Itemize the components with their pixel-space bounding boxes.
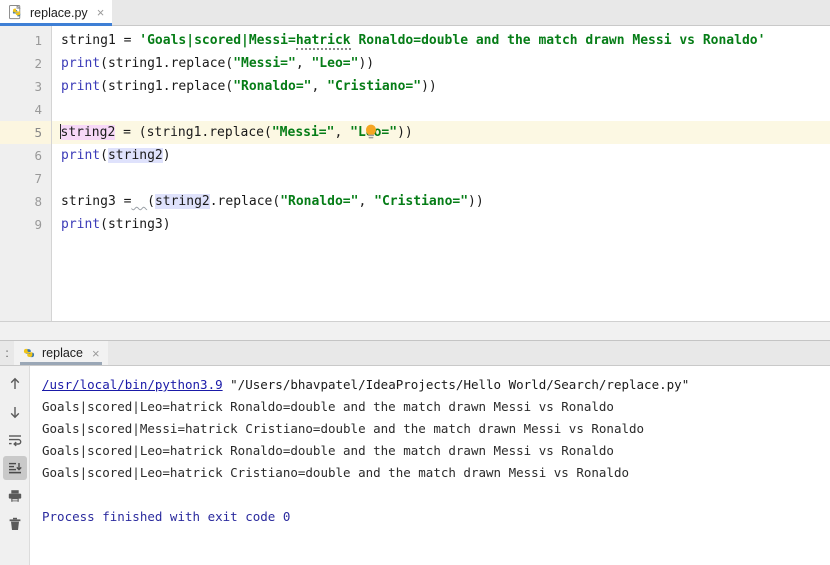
editor-gutter[interactable]: 123456789 <box>0 26 52 321</box>
code-token: "Cristiano=" <box>327 79 422 94</box>
code-token: "Cristiano=" <box>374 194 469 209</box>
soft-wrap-icon[interactable] <box>3 428 27 452</box>
code-token: "Ronaldo=" <box>233 79 312 94</box>
run-tab-replace[interactable]: replace × <box>14 341 108 365</box>
code-token: "Messi=" <box>271 125 335 140</box>
editor-tab-label: replace.py <box>30 5 88 20</box>
console-output-line: Goals|scored|Leo=hatrick Cristiano=doubl… <box>42 465 629 480</box>
console-output-line: Goals|scored|Leo=hatrick Ronaldo=double … <box>42 443 614 458</box>
code-token: print <box>61 217 101 232</box>
code-token: )) <box>397 125 413 140</box>
close-icon[interactable]: × <box>92 347 100 360</box>
code-token: ( <box>100 148 108 163</box>
trash-icon[interactable] <box>3 512 27 536</box>
gutter-line-number[interactable]: 8 <box>0 190 51 213</box>
code-line[interactable]: print(string2) <box>52 144 830 167</box>
code-token: string3 = <box>61 194 132 209</box>
code-token: "Leo=" <box>311 56 359 71</box>
code-token: , <box>334 125 351 140</box>
gutter-line-number[interactable]: 4 <box>0 98 51 121</box>
code-line[interactable]: string3 = (string2.replace("Ronaldo=", "… <box>52 190 830 213</box>
interpreter-path-link[interactable]: /usr/local/bin/python3.9 <box>42 377 223 392</box>
code-token: (string1.replace( <box>100 79 234 94</box>
code-token: "Ronaldo=" <box>280 194 359 209</box>
code-line[interactable]: string2 = (string1.replace("Messi=", "Le… <box>52 121 830 144</box>
console-command-line: /usr/local/bin/python3.9 "/Users/bhavpat… <box>42 374 830 396</box>
script-path: "/Users/bhavpatel/IdeaProjects/Hello Wor… <box>222 377 690 392</box>
code-token: Ronaldo=double and the match drawn Messi… <box>350 33 766 48</box>
code-token: print <box>61 148 101 163</box>
run-panel-prefix: : <box>5 346 9 360</box>
code-line[interactable]: string1 = 'Goals|scored|Messi=hatrick Ro… <box>52 29 830 52</box>
code-line[interactable]: print(string1.replace("Ronaldo=", "Crist… <box>52 75 830 98</box>
code-token: string2 <box>107 148 163 163</box>
code-token: print <box>61 56 101 71</box>
editor-tab-replace-py[interactable]: replace.py × <box>0 0 113 26</box>
print-icon[interactable] <box>3 484 27 508</box>
editor-code-area[interactable]: string1 = 'Goals|scored|Messi=hatrick Ro… <box>52 26 830 321</box>
code-token: )) <box>468 194 484 209</box>
console-output[interactable]: /usr/local/bin/python3.9 "/Users/bhavpat… <box>30 366 830 565</box>
scroll-to-end-icon[interactable] <box>2 456 27 480</box>
lightbulb-icon[interactable] <box>363 123 379 141</box>
code-token: , <box>295 56 312 71</box>
ide-window: replace.py × 123456789 string1 = 'Goals|… <box>0 0 830 565</box>
console-output-line: Goals|scored|Messi=hatrick Cristiano=dou… <box>42 421 645 436</box>
code-token: )) <box>358 56 375 71</box>
code-token: string1 = <box>61 33 140 48</box>
editor-tab-bar: replace.py × <box>0 0 830 26</box>
code-token: (string1.replace( <box>100 56 234 71</box>
gutter-line-number[interactable]: 3 <box>0 75 51 98</box>
run-tab-label: replace <box>42 346 83 360</box>
code-token: hatrick <box>295 33 351 50</box>
code-token: = (string1.replace( <box>115 125 272 140</box>
code-token: ) <box>162 148 171 163</box>
console-output-line: Goals|scored|Leo=hatrick Ronaldo=double … <box>42 399 614 414</box>
code-token: string2 <box>60 125 116 140</box>
code-token: (string3) <box>100 217 171 232</box>
code-line[interactable] <box>52 167 830 190</box>
python-icon <box>22 346 36 360</box>
code-line[interactable]: print(string1.replace("Messi=", "Leo=")) <box>52 52 830 75</box>
gutter-line-number[interactable]: 2 <box>0 52 51 75</box>
code-token: ( <box>147 194 155 209</box>
process-exit-message: Process finished with exit code 0 <box>42 509 291 524</box>
code-token: "Messi=" <box>233 56 296 71</box>
code-token: 'Goals|scored|Messi= <box>139 33 296 48</box>
code-token: .replace( <box>209 194 281 209</box>
code-token: )) <box>421 79 437 94</box>
close-icon[interactable]: × <box>97 6 105 19</box>
gutter-line-number[interactable]: 6 <box>0 144 51 167</box>
gutter-line-number[interactable]: 9 <box>0 213 51 236</box>
gutter-line-number[interactable]: 5 <box>0 121 51 144</box>
code-token: string2 <box>154 194 210 209</box>
code-token: , <box>311 79 328 94</box>
python-file-icon <box>9 4 24 20</box>
code-line[interactable] <box>52 98 830 121</box>
console-toolbar <box>0 366 30 565</box>
code-editor[interactable]: 123456789 string1 = 'Goals|scored|Messi=… <box>0 26 830 321</box>
up-arrow-icon[interactable] <box>3 372 27 396</box>
down-arrow-icon[interactable] <box>3 400 27 424</box>
run-tool-window-header: : replace × <box>0 341 830 366</box>
run-console: /usr/local/bin/python3.9 "/Users/bhavpat… <box>0 366 830 565</box>
gutter-line-number[interactable]: 1 <box>0 29 51 52</box>
code-token: print <box>61 79 101 94</box>
code-token: , <box>358 194 375 209</box>
code-line[interactable]: print(string3) <box>52 213 830 236</box>
panel-splitter[interactable] <box>0 321 830 341</box>
gutter-line-number[interactable]: 7 <box>0 167 51 190</box>
